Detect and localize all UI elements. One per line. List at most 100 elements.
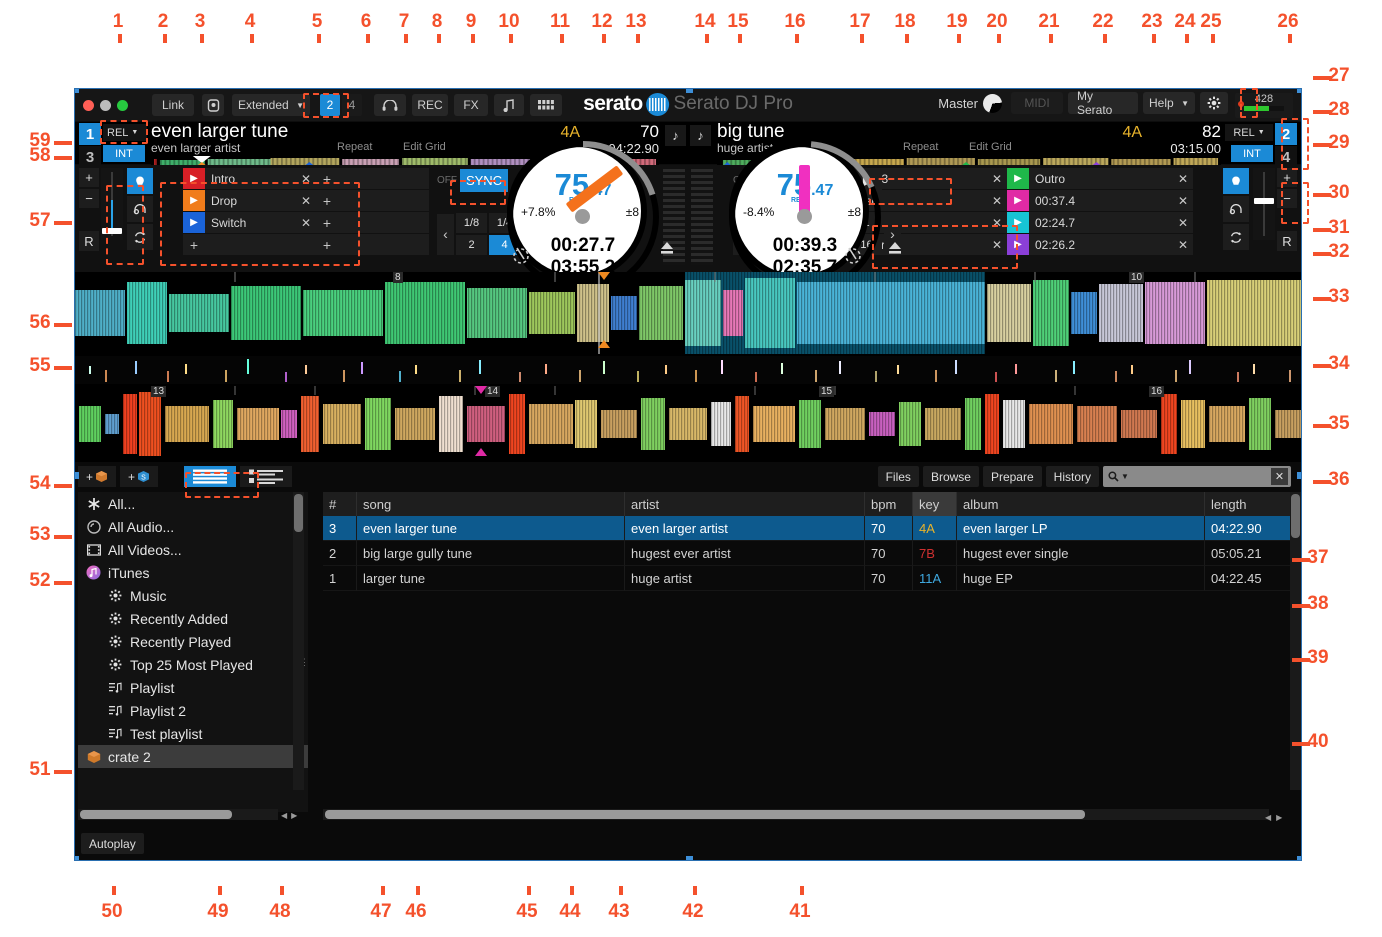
deck-2-cue-4-delete-icon[interactable]: ✕ bbox=[987, 234, 1007, 255]
midi-button[interactable]: MIDI bbox=[1011, 92, 1063, 114]
resize-handle-br[interactable] bbox=[1297, 856, 1301, 860]
deck-2-internal-button[interactable]: INT bbox=[1231, 145, 1273, 162]
crate-sidebar[interactable]: All... All Audio... All Videos... iTunes Mus… bbox=[78, 492, 308, 812]
waveform-area[interactable]: 8 10 13 14 15 16 bbox=[75, 272, 1301, 462]
column-header-key[interactable]: key bbox=[913, 492, 957, 516]
deck-2-pitch-up-button[interactable]: + bbox=[1277, 168, 1297, 187]
deck-2-key-lock-icon[interactable]: ♪ bbox=[690, 125, 711, 146]
deck-1-cue-4-add-button[interactable]: + bbox=[183, 234, 205, 255]
headphone-icon[interactable] bbox=[374, 94, 406, 116]
resize-handle-bl[interactable] bbox=[75, 856, 79, 860]
autoplay-button[interactable]: Autoplay bbox=[81, 833, 144, 854]
deck-2-slip-icon[interactable] bbox=[843, 245, 863, 270]
resize-handle-tl[interactable] bbox=[75, 89, 79, 93]
deck-1-cue-4-label[interactable] bbox=[205, 234, 296, 255]
resize-handle-tr[interactable] bbox=[1297, 89, 1301, 93]
browse-button[interactable]: Browse bbox=[922, 466, 979, 487]
panel-resize-handle[interactable]: ⋮ bbox=[300, 657, 309, 668]
track-table-hscrollbar[interactable] bbox=[323, 809, 1269, 820]
deck-1-sync-button[interactable]: SYNC bbox=[460, 169, 508, 192]
deck-1-cue-5-label[interactable] bbox=[338, 168, 429, 189]
deck-1-cue-8-label[interactable] bbox=[338, 234, 429, 255]
deck-count-2[interactable]: 2 bbox=[320, 94, 340, 116]
deck-1-loop-repeat-button[interactable] bbox=[127, 224, 153, 250]
crate-item[interactable]: Playlist bbox=[78, 676, 308, 699]
grid-pads-icon[interactable] bbox=[530, 94, 562, 116]
column-header-album[interactable]: album bbox=[957, 492, 1205, 516]
view-detail-icon[interactable] bbox=[240, 466, 292, 487]
deck-2-cue-7-delete-icon[interactable]: ✕ bbox=[1173, 212, 1193, 233]
deck-2-cue-8-delete-icon[interactable]: ✕ bbox=[1173, 234, 1193, 255]
files-button[interactable]: Files bbox=[877, 466, 919, 487]
search-input[interactable]: ▼ ✕ bbox=[1103, 466, 1291, 487]
resize-handle-mr[interactable] bbox=[1297, 472, 1301, 479]
deck-2-cue-5-delete-icon[interactable]: ✕ bbox=[1173, 168, 1193, 189]
crate-item[interactable]: Music bbox=[78, 584, 308, 607]
crate-item[interactable]: Recently Added bbox=[78, 607, 308, 630]
deck-2-cue-1-delete-icon[interactable]: ✕ bbox=[987, 168, 1007, 189]
deck-1-cue-3-delete-icon[interactable]: ✕ bbox=[296, 212, 316, 233]
deck-2-sync-mode-select[interactable]: REL ▼ bbox=[1225, 124, 1273, 141]
sidebar-hscrollbar[interactable] bbox=[78, 809, 278, 820]
deck-2-pitch-fader[interactable] bbox=[1253, 168, 1275, 240]
crate-item[interactable]: All Audio... bbox=[78, 515, 308, 538]
deck-2-cue-6-delete-icon[interactable]: ✕ bbox=[1173, 190, 1193, 211]
gear-icon[interactable] bbox=[1200, 92, 1228, 114]
deck-2-cue-6-play-button[interactable]: ▶ bbox=[1007, 190, 1029, 211]
scroll-left-icon[interactable]: ◀ bbox=[281, 811, 287, 820]
deck-2-pitch-down-button[interactable]: − bbox=[1277, 189, 1297, 208]
column-header-number[interactable]: # bbox=[323, 492, 357, 516]
link-button[interactable]: Link bbox=[152, 94, 194, 116]
prepare-button[interactable]: Prepare bbox=[982, 466, 1042, 487]
deck-1-cue-5-add-button[interactable]: + bbox=[316, 168, 338, 189]
crate-item[interactable]: Test playlist bbox=[78, 722, 308, 745]
deck-1-cue-6-label[interactable] bbox=[338, 190, 429, 211]
crate-item[interactable]: All... bbox=[78, 492, 308, 515]
track-table[interactable]: # song artist bpm key album length 3 even… bbox=[323, 492, 1291, 812]
clear-search-icon[interactable]: ✕ bbox=[1271, 468, 1288, 485]
fx-button[interactable]: FX bbox=[454, 94, 488, 116]
crate-item[interactable]: Recently Played bbox=[78, 630, 308, 653]
master-gain-knob[interactable] bbox=[983, 93, 1002, 113]
deck-1-pitch-up-button[interactable]: + bbox=[79, 168, 99, 187]
scroll-right-icon[interactable]: ▶ bbox=[291, 811, 297, 820]
deck-1-edit-grid-button[interactable]: Edit Grid bbox=[403, 141, 446, 153]
column-header-artist[interactable]: artist bbox=[625, 492, 865, 516]
deck-2-cue-2-delete-icon[interactable]: ✕ bbox=[987, 190, 1007, 211]
sidebar-hscroll-arrows[interactable]: ◀ ▶ bbox=[281, 809, 311, 822]
deck-1-cue-2-delete-icon[interactable]: ✕ bbox=[296, 190, 316, 211]
deck-1-cue-7-label[interactable] bbox=[338, 212, 429, 233]
deck-2-headphone-cue-button[interactable] bbox=[1223, 196, 1249, 222]
deck-count-4[interactable]: 4 bbox=[342, 94, 362, 116]
rec-button[interactable]: REC bbox=[412, 94, 448, 116]
deck-2-fader-cap[interactable] bbox=[1254, 198, 1274, 204]
deck-1-cue-3-play-button[interactable]: ▶ bbox=[183, 212, 205, 233]
deck-1-pitch-down-button[interactable]: − bbox=[79, 189, 99, 208]
help-button[interactable]: Help ▼ bbox=[1143, 92, 1195, 114]
resize-handle-tc[interactable] bbox=[686, 89, 693, 93]
deck-1-sync-mode-select[interactable]: REL ▼ bbox=[103, 124, 147, 141]
deck-2-cue-8-play-button[interactable]: ▶ bbox=[1007, 234, 1029, 255]
waveform-overview-strip[interactable] bbox=[75, 356, 1301, 384]
deck-2-cue-7-label[interactable]: 02:24.7 bbox=[1029, 212, 1173, 233]
deck-2-cue-5-label[interactable]: Outro bbox=[1029, 168, 1173, 189]
deck-1-key-lock-icon[interactable]: ♪ bbox=[665, 125, 686, 146]
deck-count-segmented[interactable]: 2 4 bbox=[320, 94, 362, 116]
resize-handle-bc[interactable] bbox=[686, 856, 693, 860]
deck-2-cue-6-label[interactable]: 00:37.4 bbox=[1029, 190, 1173, 211]
deck-1-cue-7-add-button[interactable]: + bbox=[316, 212, 338, 233]
sampler-icon[interactable] bbox=[494, 94, 524, 116]
deck-2-cue-3-delete-icon[interactable]: ✕ bbox=[987, 212, 1007, 233]
deck-1-beatjump-prev-button[interactable]: ‹ bbox=[437, 213, 454, 255]
deck-1-slot-a-button[interactable] bbox=[127, 168, 153, 194]
device-icon[interactable] bbox=[202, 94, 224, 116]
table-row[interactable]: 3 even larger tune even larger artist 70 4A e… bbox=[323, 516, 1291, 541]
sidebar-scrollbar[interactable] bbox=[293, 492, 304, 790]
window-close-button[interactable] bbox=[83, 99, 94, 111]
crate-item[interactable]: Playlist 2 bbox=[78, 699, 308, 722]
deck-1-cue-6-add-button[interactable]: + bbox=[316, 190, 338, 211]
deck-1-cue-1-label[interactable]: Intro bbox=[205, 168, 296, 189]
crate-item[interactable]: All Videos... bbox=[78, 538, 308, 561]
crate-item[interactable]: iTunes bbox=[78, 561, 308, 584]
main-waveform-deck-2[interactable]: 13 14 15 16 bbox=[75, 386, 1301, 462]
